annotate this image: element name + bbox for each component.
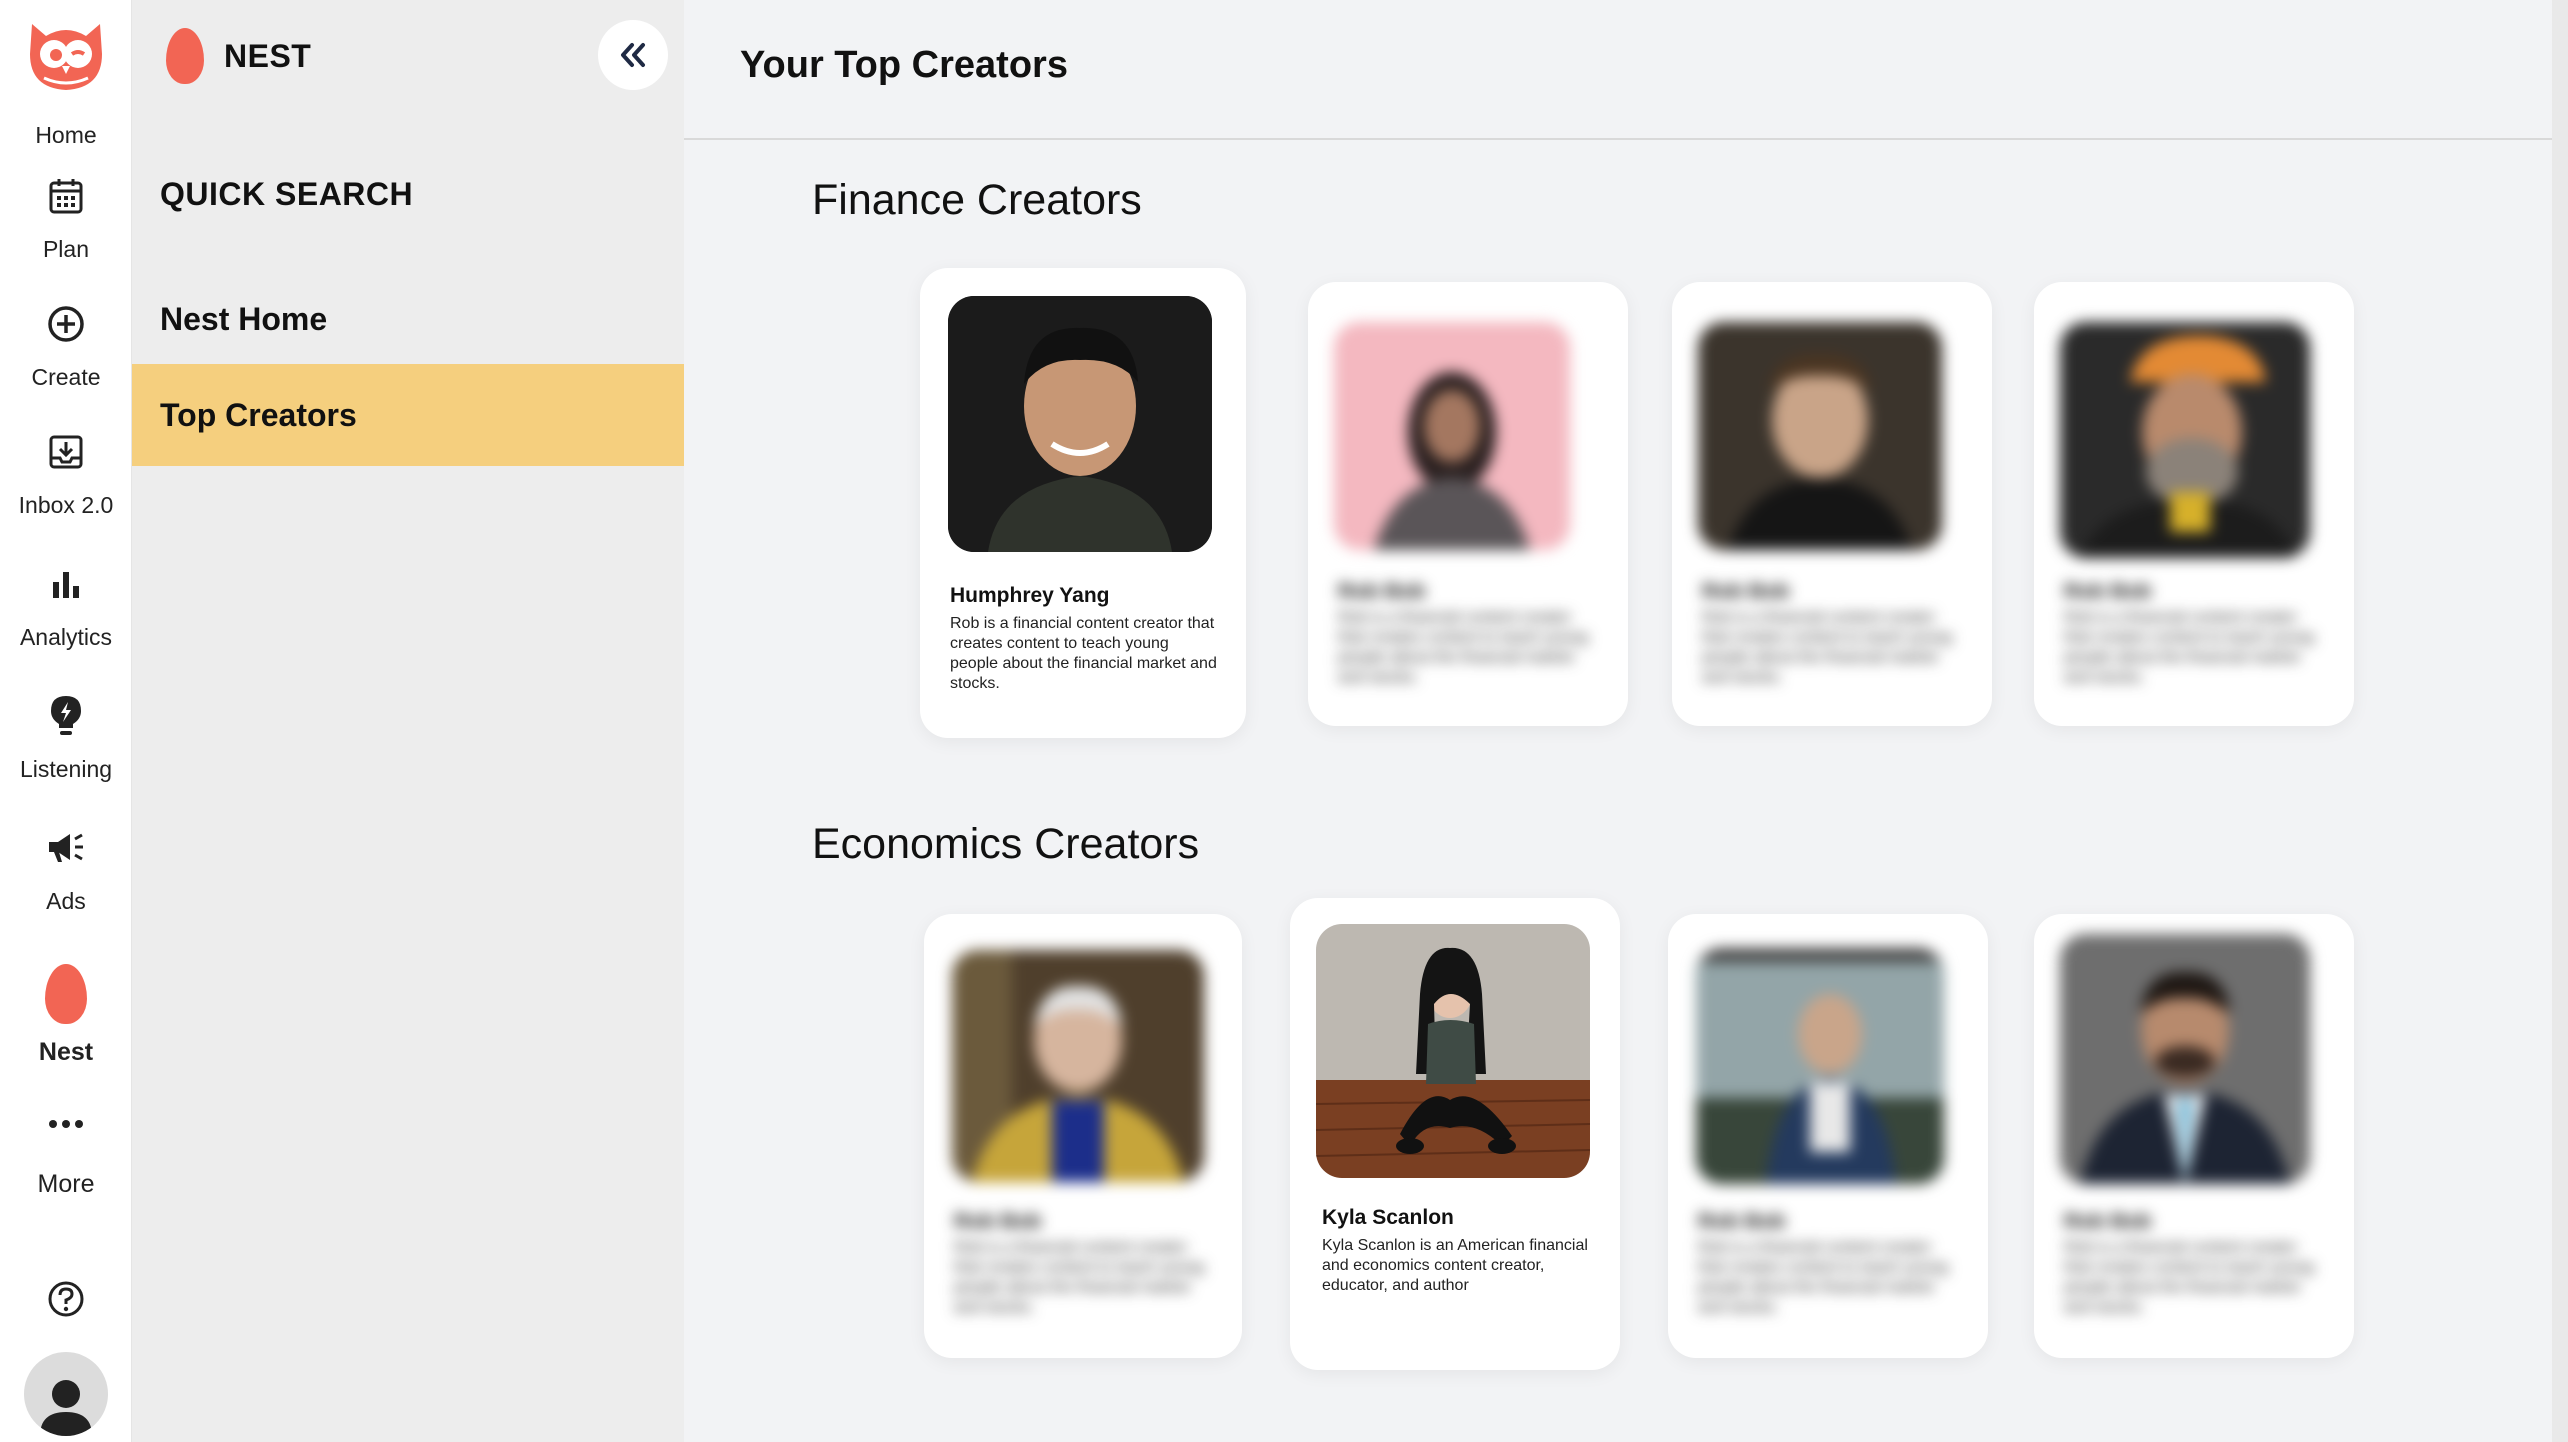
- user-icon: [40, 1380, 92, 1436]
- creator-card[interactable]: Kyla Scanlon Kyla Scanlon is an American…: [1290, 898, 1620, 1370]
- creator-name: Humphrey Yang: [950, 584, 1110, 607]
- rail-item-more[interactable]: More: [0, 1100, 132, 1199]
- creator-card[interactable]: Humphrey Yang Rob is a financial content…: [920, 268, 1246, 738]
- rail-item-ads[interactable]: Ads: [0, 824, 132, 915]
- creator-name: Rob Bob: [1698, 1210, 1786, 1233]
- rail-item-nest[interactable]: Nest: [0, 962, 132, 1067]
- creator-description: Rob is a financial content creator that …: [954, 1239, 1204, 1316]
- rail-label-home: Home: [35, 122, 97, 148]
- sidebar-item-nest-home[interactable]: Nest Home: [132, 268, 684, 370]
- owl-logo-icon: [30, 24, 102, 90]
- main-content: Your Top Creators Finance Creators Humph…: [684, 0, 2568, 1442]
- creator-photo: [948, 296, 1212, 552]
- creator-description: Rob is a financial content creator that …: [1338, 609, 1588, 686]
- creator-photo: [2060, 934, 2310, 1184]
- creator-photo: [1316, 924, 1590, 1178]
- rail-item-home[interactable]: Home: [0, 10, 132, 149]
- icon-rail: Home Plan Create Inbox 2.0 Analytics Lis…: [0, 0, 132, 1442]
- plus-circle-icon: [48, 306, 84, 342]
- creator-name: Kyla Scanlon: [1322, 1206, 1454, 1229]
- rail-item-analytics[interactable]: Analytics: [0, 560, 132, 651]
- rail-label-listening: Listening: [19, 756, 113, 782]
- rail-item-listening[interactable]: Listening: [0, 692, 132, 783]
- rail-label-nest: Nest: [38, 1038, 94, 1066]
- creator-name: Rob Bob: [954, 1210, 1042, 1233]
- creator-name: Rob Bob: [1338, 580, 1426, 603]
- page-title: Your Top Creators: [740, 44, 1068, 86]
- creator-description: Rob is a financial content creator that …: [2064, 1239, 2314, 1316]
- creator-photo: [1334, 322, 1570, 550]
- sidebar-item-label: Top Creators: [160, 396, 357, 433]
- creator-description: Kyla Scanlon is an American financial an…: [1322, 1237, 1588, 1294]
- egg-icon: [45, 964, 87, 1024]
- brand-name: NEST: [224, 37, 312, 74]
- creator-card[interactable]: Rob Bob Rob is a financial content creat…: [2034, 282, 2354, 726]
- creator-card[interactable]: Rob Bob Rob is a financial content creat…: [924, 914, 1242, 1358]
- creator-photo: [1698, 322, 1942, 550]
- sidebar-item-label: Nest Home: [160, 300, 328, 337]
- creator-card[interactable]: Rob Bob Rob is a financial content creat…: [2034, 914, 2354, 1358]
- nest-sidebar: NEST QUICK SEARCH Nest Home Top Creators: [132, 0, 684, 1442]
- creator-name: Rob Bob: [2064, 1210, 2152, 1233]
- creator-card[interactable]: Rob Bob Rob is a financial content creat…: [1668, 914, 1988, 1358]
- creator-description: Rob is a financial content creator that …: [950, 615, 1217, 692]
- main-scrollbar[interactable]: [2552, 0, 2568, 1442]
- help-icon: [48, 1281, 84, 1317]
- collapse-sidebar-button[interactable]: [598, 20, 668, 90]
- double-chevron-left-icon: [621, 43, 645, 67]
- calendar-icon: [49, 179, 83, 214]
- rail-label-analytics: Analytics: [19, 624, 113, 650]
- creator-photo: [2060, 322, 2310, 558]
- creator-photo: [952, 950, 1204, 1182]
- app-window: Home Plan Create Inbox 2.0 Analytics Lis…: [0, 0, 2568, 1442]
- creator-card[interactable]: Rob Bob Rob is a financial content creat…: [1672, 282, 1992, 726]
- help-button[interactable]: [0, 1280, 132, 1318]
- rail-item-create[interactable]: Create: [0, 300, 132, 391]
- creator-photo: [1696, 948, 1944, 1184]
- avatar: [24, 1352, 108, 1436]
- bulb-icon: [51, 696, 81, 735]
- rail-label-more: More: [37, 1170, 95, 1198]
- creator-description: Rob is a financial content creator that …: [1702, 609, 1952, 686]
- profile-avatar[interactable]: [0, 1352, 132, 1436]
- creator-description: Rob is a financial content creator that …: [1698, 1239, 1948, 1316]
- creator-card[interactable]: Rob Bob Rob is a financial content creat…: [1308, 282, 1628, 726]
- nest-brand: NEST: [166, 28, 311, 84]
- egg-icon: [166, 28, 204, 84]
- creator-description: Rob is a financial content creator that …: [2064, 609, 2314, 686]
- rail-label-inbox: Inbox 2.0: [18, 492, 114, 518]
- creator-name: Rob Bob: [2064, 580, 2152, 603]
- rail-label-plan: Plan: [42, 236, 90, 262]
- sidebar-item-top-creators[interactable]: Top Creators: [132, 364, 684, 466]
- bar-chart-icon: [53, 572, 79, 598]
- rail-label-ads: Ads: [46, 888, 86, 914]
- top-bar: Your Top Creators: [684, 0, 2568, 140]
- rail-item-inbox[interactable]: Inbox 2.0: [0, 428, 132, 519]
- creator-name: Rob Bob: [1702, 580, 1790, 603]
- megaphone-icon: [49, 833, 83, 862]
- rail-item-plan[interactable]: Plan: [0, 172, 132, 263]
- section-title-finance: Finance Creators: [812, 176, 1142, 224]
- section-title-economics: Economics Creators: [812, 820, 1200, 868]
- quick-search-heading[interactable]: QUICK SEARCH: [160, 176, 413, 213]
- inbox-icon: [49, 435, 83, 469]
- more-dots-icon: [49, 1120, 83, 1128]
- rail-label-create: Create: [31, 364, 101, 390]
